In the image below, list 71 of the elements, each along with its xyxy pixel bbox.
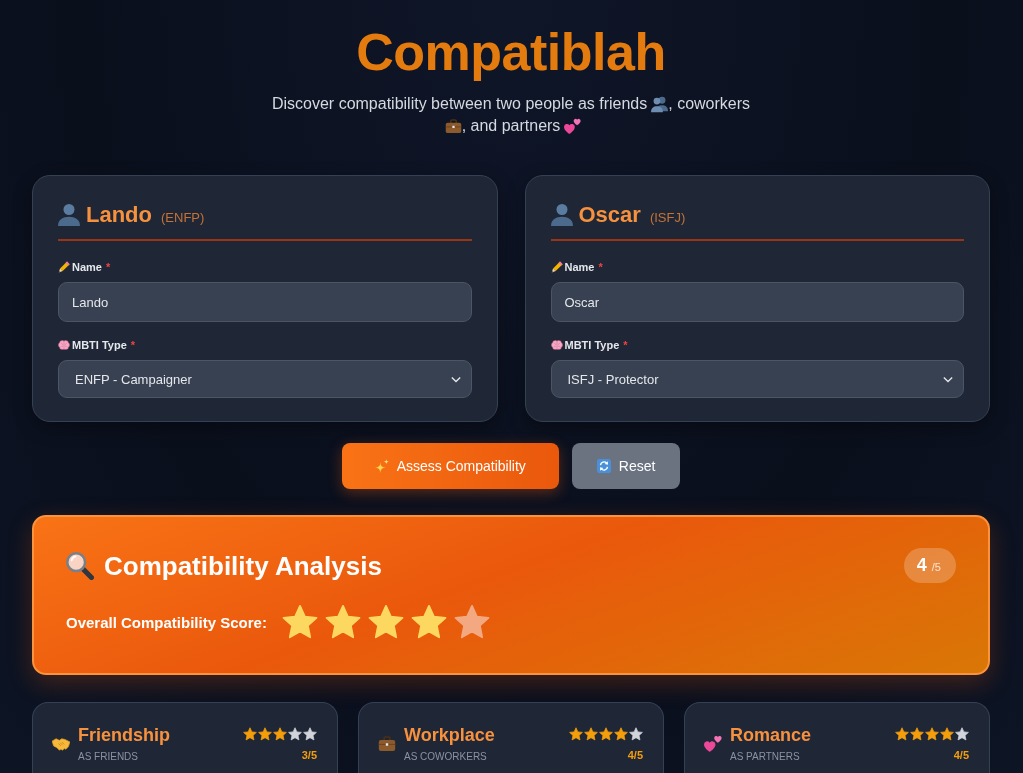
- subtitle-text: , coworkers: [668, 94, 751, 114]
- brain-icon: [550, 339, 563, 351]
- star-icon: [629, 727, 643, 741]
- name-input[interactable]: Oscar: [550, 282, 964, 322]
- brain-icon: [58, 339, 70, 351]
- star-icon: [288, 727, 302, 741]
- overall-score-label: Overall Compatibility Score:: [66, 613, 267, 631]
- category-subtitle: AS PARTNERS: [730, 750, 801, 764]
- category-title: Workplace: [404, 724, 495, 746]
- field-label: MBTI Type: [72, 339, 127, 351]
- star-icon: [569, 727, 583, 741]
- category-score: 4/5: [627, 749, 643, 761]
- star-icon: [584, 727, 598, 741]
- handshake-icon: [52, 735, 70, 753]
- star-icon: [281, 604, 318, 640]
- briefcase-icon: [444, 117, 462, 135]
- category-title: Friendship: [78, 724, 170, 746]
- star-icon: [453, 604, 490, 640]
- person-icon: [58, 204, 80, 226]
- subtitle-text: , and partners: [461, 116, 561, 136]
- required-mark: *: [623, 339, 628, 351]
- briefcase-icon: [378, 735, 396, 753]
- category-score: 4/5: [953, 749, 969, 761]
- pencil-icon: [58, 261, 70, 273]
- chevron-down-icon: [943, 375, 953, 383]
- star-icon: [940, 727, 954, 741]
- star-icon: [303, 727, 317, 741]
- category-subtitle: AS COWORKERS: [404, 750, 488, 764]
- type-select[interactable]: ENFP - Campaigner: [58, 360, 472, 398]
- star-icon: [273, 727, 287, 741]
- person-name: Oscar: [578, 201, 641, 229]
- star-icon: [599, 727, 613, 741]
- star-icon: [410, 604, 447, 640]
- chevron-down-icon: [450, 375, 461, 383]
- refresh-icon: [596, 459, 611, 473]
- field-label: Name: [72, 261, 102, 273]
- category-subtitle: AS FRIENDS: [78, 750, 139, 764]
- hearts-icon: [704, 735, 722, 753]
- star-icon: [614, 727, 628, 741]
- person-name: Lando: [86, 201, 152, 229]
- star-icon: [955, 727, 969, 741]
- people-icon: [651, 95, 669, 113]
- star-icon: [324, 604, 361, 640]
- star-icon: [895, 727, 909, 741]
- star-icon: [258, 727, 272, 741]
- type-tag: (ISFJ): [649, 205, 686, 225]
- required-mark: *: [598, 261, 603, 273]
- reset-button[interactable]: Reset: [571, 443, 681, 489]
- category-title: Romance: [730, 724, 812, 746]
- score-value: 4: [916, 555, 927, 576]
- score-max: /5: [931, 560, 941, 573]
- star-icon: [243, 727, 257, 741]
- required-mark: *: [130, 339, 136, 351]
- field-label: MBTI Type: [564, 339, 620, 351]
- type-tag: (ENFP): [161, 205, 205, 225]
- hearts-icon: [564, 117, 582, 135]
- star-icon: [367, 604, 404, 640]
- pencil-icon: [550, 261, 563, 273]
- field-label: Name: [564, 261, 595, 273]
- category-score: 3/5: [301, 749, 317, 761]
- star-icon: [910, 727, 924, 741]
- sparkle-icon: [374, 459, 389, 473]
- app-title: Compatiblah: [356, 22, 666, 82]
- subtitle-text: Discover compatibility between two people as friends: [271, 94, 648, 114]
- type-select[interactable]: ISFJ - Protector: [550, 360, 964, 398]
- person-icon: [550, 204, 573, 226]
- required-mark: *: [105, 261, 111, 273]
- results-title: Compatibility Analysis: [104, 549, 382, 582]
- search-icon: [66, 551, 94, 580]
- name-input[interactable]: Lando: [58, 282, 472, 322]
- star-icon: [925, 727, 939, 741]
